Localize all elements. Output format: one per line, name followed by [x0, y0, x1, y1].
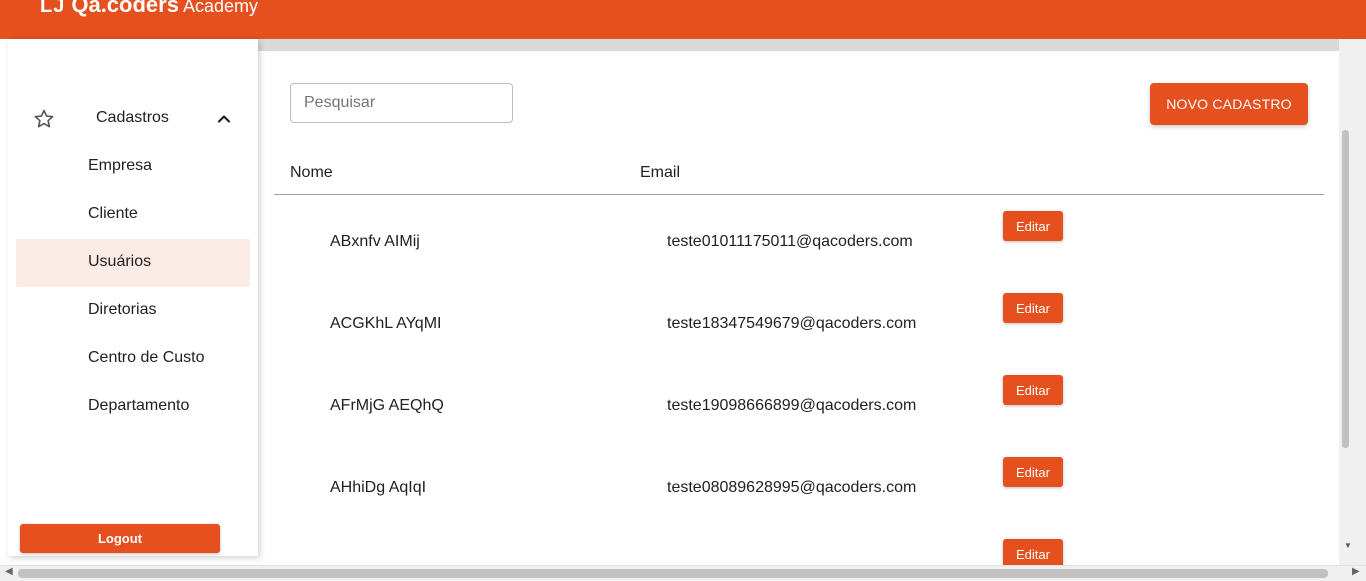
- cell-name: AFrMjG AEQhQ: [330, 397, 444, 414]
- column-header-nome: Nome: [290, 164, 333, 181]
- edit-button[interactable]: Editar: [1003, 293, 1063, 323]
- nav-group-label: Cadastros: [96, 109, 169, 126]
- cell-email: teste18347549679@qacoders.com: [667, 315, 917, 332]
- brand-name: Qa.coders: [71, 0, 179, 17]
- new-register-button[interactable]: NOVO CADASTRO: [1150, 83, 1308, 125]
- top-app-bar: LJ Qa.coders Academy: [0, 0, 1366, 39]
- content-top-divider: [258, 39, 1339, 51]
- sidebar-item-label: Departamento: [88, 397, 190, 414]
- table-row: AHhiDg AqIqI teste08089628995@qacoders.c…: [274, 441, 1324, 523]
- table-header: Nome Email: [274, 152, 1324, 195]
- cell-name: AHhiDg AqIqI: [330, 479, 427, 496]
- cell-name: ABxnfv AIMij: [330, 233, 420, 250]
- sidebar-item-label: Centro de Custo: [88, 349, 205, 366]
- sidebar-item-usuarios[interactable]: Usuários: [16, 239, 250, 287]
- edit-button[interactable]: Editar: [1003, 211, 1063, 241]
- scroll-right-arrow-icon[interactable]: ▶: [1352, 566, 1360, 577]
- sidebar-item-label: Empresa: [88, 157, 153, 174]
- brand-mark: LJ: [40, 0, 66, 17]
- brand-logo: LJ Qa.coders Academy: [40, 0, 258, 18]
- search-input[interactable]: [290, 83, 513, 123]
- edit-button[interactable]: Editar: [1003, 375, 1063, 405]
- sidebar-item-diretorias[interactable]: Diretorias: [16, 287, 250, 335]
- edit-button[interactable]: Editar: [1003, 539, 1063, 565]
- sidebar-item-label: Diretorias: [88, 301, 157, 318]
- logout-button[interactable]: Logout: [20, 524, 220, 553]
- sidebar-item-centro-de-custo[interactable]: Centro de Custo: [16, 335, 250, 383]
- sidebar-item-cliente[interactable]: Cliente: [16, 191, 250, 239]
- column-header-email: Email: [640, 164, 681, 181]
- table-row: ABxnfv AIMij teste01011175011@qacoders.c…: [274, 195, 1324, 277]
- cell-email: teste01011175011@qacoders.com: [667, 233, 913, 250]
- nav-group-cadastros[interactable]: Cadastros: [16, 95, 250, 143]
- cell-email: teste19098666899@qacoders.com: [667, 397, 917, 414]
- sidebar-item-departamento[interactable]: Departamento: [16, 383, 250, 431]
- vertical-scrollbar-thumb[interactable]: [1342, 130, 1349, 448]
- table-row: AFrMjG AEQhQ teste19098666899@qacoders.c…: [274, 359, 1324, 441]
- table-row: ACGKhL AYqMI teste18347549679@qacoders.c…: [274, 277, 1324, 359]
- cell-email: teste08089628995@qacoders.com: [667, 479, 917, 496]
- sidebar-item-empresa[interactable]: Empresa: [16, 143, 250, 191]
- scroll-down-arrow-icon[interactable]: ▼: [1344, 541, 1352, 550]
- sidebar-item-label: Cliente: [88, 205, 138, 222]
- brand-subtitle: Academy: [182, 0, 258, 16]
- cell-name: ACGKhL AYqMI: [330, 315, 442, 332]
- scroll-left-arrow-icon[interactable]: ◀: [5, 566, 13, 577]
- horizontal-scrollbar-thumb[interactable]: [18, 569, 1328, 578]
- star-outline-icon: [34, 109, 54, 128]
- sidebar-item-label: Usuários: [88, 253, 152, 270]
- chevron-up-icon[interactable]: [214, 109, 234, 129]
- table-row: Editar: [274, 523, 1324, 565]
- sidebar: Cadastros Empresa Cliente Usuários Diret…: [8, 39, 258, 556]
- edit-button[interactable]: Editar: [1003, 457, 1063, 487]
